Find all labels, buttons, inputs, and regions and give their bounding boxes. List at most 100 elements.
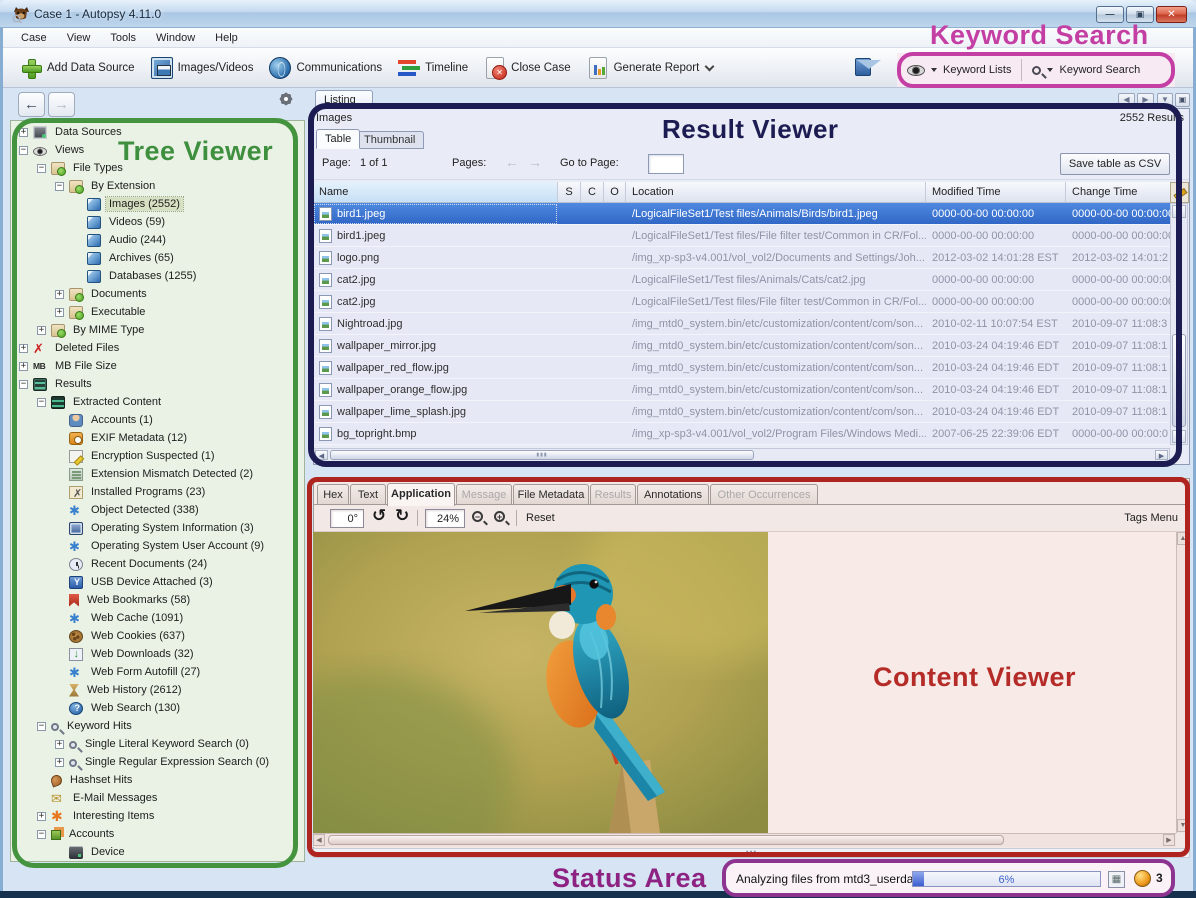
collapse-icon[interactable]: − bbox=[19, 380, 28, 389]
expand-icon[interactable]: + bbox=[19, 128, 28, 137]
tree-item-results[interactable]: −Results bbox=[19, 375, 95, 393]
expand-icon[interactable]: + bbox=[55, 290, 64, 299]
column-header-s[interactable]: S bbox=[558, 182, 581, 203]
tree-item-web-form-autofill-27[interactable]: Web Form Autofill (27) bbox=[55, 663, 203, 681]
tree-item-by-mime-type[interactable]: +By MIME Type bbox=[37, 321, 147, 339]
tree-item-accounts[interactable]: −Accounts bbox=[37, 825, 117, 843]
table-row[interactable]: wallpaper_lime_splash.jpg/img_mtd0_syste… bbox=[313, 401, 1170, 423]
tree-item-encryption-suspected-1[interactable]: Encryption Suspected (1) bbox=[55, 447, 218, 465]
keyword-lists-button[interactable]: Keyword Lists bbox=[897, 59, 1021, 81]
expand-icon[interactable]: + bbox=[55, 758, 64, 767]
images-videos-button[interactable]: Images/Videos bbox=[144, 53, 261, 83]
tree-item-installed-programs-23[interactable]: Installed Programs (23) bbox=[55, 483, 208, 501]
menu-case[interactable]: Case bbox=[13, 30, 55, 46]
scrollbar-thumb[interactable] bbox=[328, 835, 1004, 845]
expand-icon[interactable]: + bbox=[55, 740, 64, 749]
column-header-modified-time[interactable]: Modified Time bbox=[926, 182, 1066, 203]
listing-tab[interactable]: Listing bbox=[315, 90, 373, 109]
tree-item-usb-device-attached-3[interactable]: USB Device Attached (3) bbox=[55, 573, 216, 591]
close-case-button[interactable]: Close Case bbox=[477, 53, 577, 83]
tree-item-keyword-hits[interactable]: −Keyword Hits bbox=[37, 717, 135, 735]
tree-item-videos-59[interactable]: Videos (59) bbox=[73, 213, 168, 231]
tree-item-exif-metadata-12[interactable]: EXIF Metadata (12) bbox=[55, 429, 190, 447]
add-data-source-button[interactable]: Add Data Source bbox=[13, 53, 142, 83]
tab-scroll-left-icon[interactable] bbox=[1118, 93, 1135, 107]
tree-item-executable[interactable]: +Executable bbox=[55, 303, 148, 321]
minimize-button[interactable] bbox=[1096, 6, 1124, 23]
tree-item-mb-file-size[interactable]: +MB File Size bbox=[19, 357, 120, 375]
tree-item-deleted-files[interactable]: +Deleted Files bbox=[19, 339, 122, 357]
tree-item-extension-mismatch-detected-2[interactable]: Extension Mismatch Detected (2) bbox=[55, 465, 256, 483]
expand-icon[interactable]: + bbox=[37, 326, 46, 335]
tree-item-images-2552[interactable]: Images (2552) bbox=[73, 195, 183, 213]
pane-splitter[interactable] bbox=[313, 848, 1190, 858]
scrollbar-thumb[interactable] bbox=[1172, 334, 1186, 427]
tab-hex[interactable]: Hex bbox=[317, 484, 349, 505]
gear-icon[interactable] bbox=[266, 92, 292, 117]
scroll-right-icon[interactable]: ▶ bbox=[1163, 834, 1175, 846]
tree-item-file-types[interactable]: −File Types bbox=[37, 159, 126, 177]
rotation-input[interactable]: 0° bbox=[330, 509, 364, 528]
progress-details-icon[interactable] bbox=[1108, 871, 1125, 888]
collapse-icon[interactable]: − bbox=[37, 830, 46, 839]
table-horizontal-scrollbar[interactable]: ◀ ▶ bbox=[313, 448, 1170, 462]
column-header-o[interactable]: O bbox=[604, 182, 626, 203]
zoom-input[interactable]: 24% bbox=[425, 509, 465, 528]
expand-icon[interactable]: + bbox=[37, 812, 46, 821]
menu-help[interactable]: Help bbox=[207, 30, 246, 46]
scroll-left-icon[interactable]: ◀ bbox=[315, 450, 328, 460]
tab-application[interactable]: Application bbox=[387, 483, 455, 506]
table-row[interactable]: wallpaper_red_flow.jpg/img_mtd0_system.b… bbox=[313, 357, 1170, 379]
table-row[interactable]: wallpaper_orange_flow.jpg/img_mtd0_syste… bbox=[313, 379, 1170, 401]
scroll-down-icon[interactable]: ▼ bbox=[1177, 819, 1189, 832]
tab-annotations[interactable]: Annotations bbox=[637, 484, 709, 505]
tab-file-metadata[interactable]: File Metadata bbox=[513, 484, 589, 505]
expand-icon[interactable]: + bbox=[19, 362, 28, 371]
tree-item-operating-system-information-3[interactable]: Operating System Information (3) bbox=[55, 519, 257, 537]
tab-text[interactable]: Text bbox=[350, 484, 386, 505]
tree-item-audio-244[interactable]: Audio (244) bbox=[73, 231, 169, 249]
tree-item-web-history-2612[interactable]: Web History (2612) bbox=[55, 681, 185, 699]
scroll-down-icon[interactable]: ▼ bbox=[1172, 430, 1186, 443]
table-row[interactable]: bird1.jpeg/LogicalFileSet1/Test files/An… bbox=[313, 203, 1170, 225]
forward-button[interactable]: → bbox=[48, 92, 75, 117]
close-button[interactable] bbox=[1156, 6, 1187, 23]
tree-item-interesting-items[interactable]: +Interesting Items bbox=[37, 807, 157, 825]
tree-item-hashset-hits[interactable]: Hashset Hits bbox=[37, 771, 135, 789]
tree-item-operating-system-user-account-9[interactable]: Operating System User Account (9) bbox=[55, 537, 267, 555]
table-row[interactable]: logo.png/img_xp-sp3-v4.001/vol_vol2/Docu… bbox=[313, 247, 1170, 269]
tab-list-dropdown-icon[interactable] bbox=[1157, 93, 1173, 107]
collapse-icon[interactable]: − bbox=[37, 164, 46, 173]
tree-item-accounts-1[interactable]: Accounts (1) bbox=[55, 411, 156, 429]
rotate-cw-icon[interactable]: ↻ bbox=[395, 506, 409, 526]
tree-item-web-bookmarks-58[interactable]: Web Bookmarks (58) bbox=[55, 591, 193, 609]
column-header-name[interactable]: Name bbox=[313, 182, 558, 203]
zoom-in-icon[interactable]: + bbox=[494, 511, 505, 522]
tab-scroll-right-icon[interactable] bbox=[1137, 93, 1154, 107]
tree-item-web-cookies-637[interactable]: Web Cookies (637) bbox=[55, 627, 188, 645]
tree-item-web-downloads-32[interactable]: Web Downloads (32) bbox=[55, 645, 197, 663]
table-row[interactable]: Nightroad.jpg/img_mtd0_system.bin/etc/cu… bbox=[313, 313, 1170, 335]
scroll-right-icon[interactable]: ▶ bbox=[1155, 450, 1168, 460]
menu-window[interactable]: Window bbox=[148, 30, 203, 46]
communications-button[interactable]: Communications bbox=[262, 53, 389, 83]
tree-item-data-sources[interactable]: +Data Sources bbox=[19, 123, 125, 141]
collapse-icon[interactable]: − bbox=[19, 146, 28, 155]
table-row[interactable]: cat2.jpg/LogicalFileSet1/Test files/File… bbox=[313, 291, 1170, 313]
goto-page-input[interactable] bbox=[648, 154, 684, 174]
collapse-icon[interactable]: − bbox=[37, 398, 46, 407]
collapse-icon[interactable]: − bbox=[37, 722, 46, 731]
save-table-csv-button[interactable]: Save table as CSV bbox=[1060, 153, 1170, 175]
tree-item-by-extension[interactable]: −By Extension bbox=[55, 177, 158, 195]
progress-bar[interactable]: 6% bbox=[912, 871, 1101, 887]
rotate-ccw-icon[interactable]: ↺ bbox=[372, 506, 386, 526]
zoom-out-icon[interactable]: − bbox=[472, 511, 483, 522]
tree-item-single-regular-expression-search-0[interactable]: +Single Regular Expression Search (0) bbox=[55, 753, 272, 771]
tree-item-single-literal-keyword-search-0[interactable]: +Single Literal Keyword Search (0) bbox=[55, 735, 252, 753]
ingest-messages-icon[interactable] bbox=[1134, 870, 1151, 887]
messages-button[interactable] bbox=[848, 55, 878, 79]
table-settings-icon[interactable] bbox=[1170, 182, 1189, 203]
tree-item-device[interactable]: Device bbox=[55, 843, 128, 861]
title-bar[interactable]: Case 1 - Autopsy 4.11.0 bbox=[0, 0, 1196, 28]
tags-menu-button[interactable]: Tags Menu bbox=[1110, 512, 1178, 524]
